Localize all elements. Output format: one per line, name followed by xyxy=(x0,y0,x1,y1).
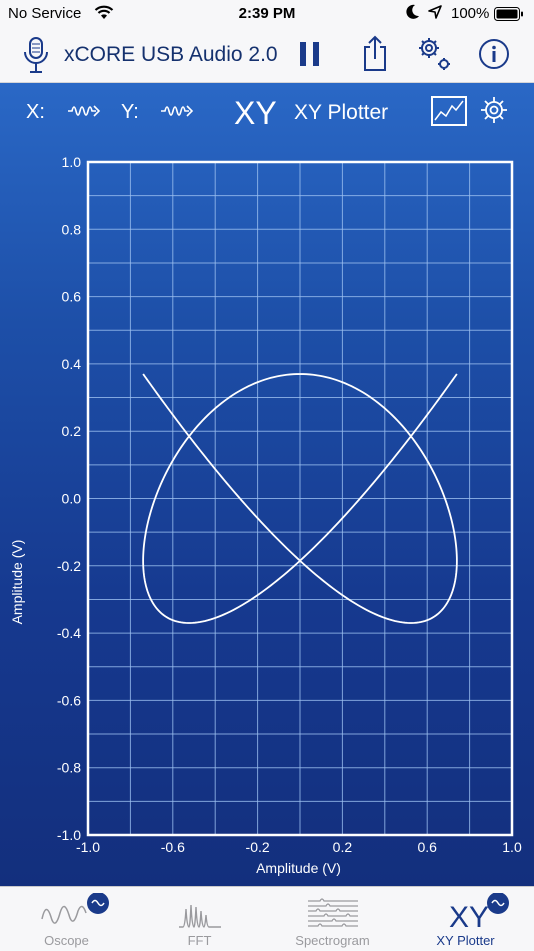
x-tick-labels: -1.0 -0.6 -0.2 0.2 0.6 1.0 xyxy=(76,839,522,855)
share-button[interactable] xyxy=(361,34,389,79)
x-tick-label: -0.2 xyxy=(246,839,270,855)
x-tick-label: -0.6 xyxy=(161,839,185,855)
plot-grid xyxy=(86,160,514,837)
y-tick-label: 0.4 xyxy=(62,356,82,372)
oscope-icon xyxy=(41,893,109,924)
x-tick-label: 1.0 xyxy=(502,839,522,855)
spectrogram-icon xyxy=(308,898,358,927)
battery-percent: 100% xyxy=(451,5,490,22)
status-bar: No Service 2:39 PM 100% xyxy=(0,0,534,28)
y-tick-label: -0.8 xyxy=(57,760,81,776)
app-toolbar: xCORE USB Audio 2.0 xyxy=(0,28,534,83)
tab-label: Spectrogram xyxy=(295,933,370,948)
x-tick-label: -1.0 xyxy=(76,839,100,855)
y-tick-label: 1.0 xyxy=(62,154,82,170)
location-arrow-icon xyxy=(428,5,442,23)
x-tick-label: 0.2 xyxy=(333,839,353,855)
fft-icon xyxy=(179,904,221,928)
y-tick-label: -0.2 xyxy=(57,558,81,574)
y-tick-label: 0.0 xyxy=(62,491,82,507)
y-tick-labels: 1.00.80.60.40.20.0-0.2-0.4-0.6-0.8-1.0 xyxy=(57,154,81,843)
battery-icon xyxy=(494,7,524,25)
tab-oscope[interactable]: Oscope xyxy=(0,887,133,951)
x-tick-label: 0.6 xyxy=(417,839,437,855)
tab-fft[interactable]: FFT xyxy=(133,887,266,951)
xy-plotter-view: X: Y: XY XY Plotter 1.0 0.8 0.6 0.4 0.2 … xyxy=(0,83,534,886)
tab-spectrogram[interactable]: Spectrogram xyxy=(266,887,399,951)
tab-bar: Oscope FFT Spectrogram XY XY Plotter xyxy=(0,886,534,951)
y-axis-label: Amplitude (V) xyxy=(9,539,25,625)
tab-xy-plotter[interactable]: XY XY Plotter xyxy=(399,887,532,951)
svg-text:XY: XY xyxy=(449,901,489,933)
x-axis-label: Amplitude (V) xyxy=(256,860,341,876)
tab-label: Oscope xyxy=(44,933,89,948)
moon-icon xyxy=(406,4,420,24)
device-name[interactable]: xCORE USB Audio 2.0 xyxy=(64,43,278,67)
y-tick-label: 0.2 xyxy=(62,423,82,439)
info-button[interactable] xyxy=(478,38,510,75)
settings-gears-icon[interactable] xyxy=(414,34,454,79)
tab-label: XY Plotter xyxy=(436,933,495,948)
y-tick-label: 0.8 xyxy=(62,221,82,237)
y-tick-label: -0.6 xyxy=(57,692,81,708)
tab-label: FFT xyxy=(187,933,212,948)
xy-plot[interactable]: 1.0 0.8 0.6 0.4 0.2 0.0 -0.2 -0.4 -0.6 -0.8 -1.0 -… xyxy=(0,83,534,886)
xy-plotter-icon: XY xyxy=(449,893,509,933)
y-tick-label: -0.4 xyxy=(57,625,81,641)
microphone-icon[interactable] xyxy=(22,36,50,81)
pause-button[interactable] xyxy=(298,40,322,73)
y-tick-label: 0.6 xyxy=(62,289,82,305)
